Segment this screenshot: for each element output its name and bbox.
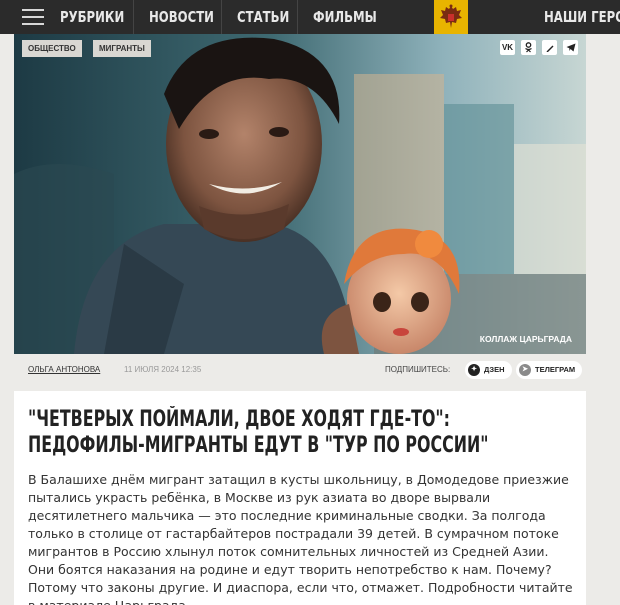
odnoklassniki-share-icon[interactable] <box>521 40 536 55</box>
hero-image-card: ОБЩЕСТВО МИГРАНТЫ VK КОЛЛАЖ ЦАРЬГРАДА <box>14 34 586 354</box>
nav-divider <box>221 0 222 34</box>
nav-item-articles[interactable]: СТАТЬИ <box>237 0 289 34</box>
eagle-emblem-icon <box>440 4 462 28</box>
vk-share-icon[interactable]: VK <box>500 40 515 55</box>
subscribe-label: ПОДПИШИТЕСЬ: <box>385 365 451 374</box>
nav-item-films[interactable]: ФИЛЬМЫ <box>313 0 377 34</box>
article-lead: В Балашихе днём мигрант затащил в кусты … <box>28 472 573 605</box>
nav-divider <box>133 0 134 34</box>
hero-photo <box>14 34 586 354</box>
telegram-icon: ➤ <box>519 364 531 376</box>
photo-credit: КОЛЛАЖ ЦАРЬГРАДА <box>479 334 572 344</box>
article-block: "ЧЕТВЕРЫХ ПОЙМАЛИ, ДВОЕ ХОДЯТ ГДЕ-ТО": П… <box>14 391 586 605</box>
publish-date: 11 ИЮЛЯ 2024 12:35 <box>124 365 202 374</box>
telegram-share-icon[interactable] <box>563 40 578 55</box>
nav-item-our-heroes[interactable]: НАШИ ГЕРОИ <box>544 0 620 34</box>
nav-item-rubriki[interactable]: РУБРИКИ <box>60 0 124 34</box>
livejournal-share-icon[interactable] <box>542 40 557 55</box>
telegram-label: ТЕЛЕГРАМ <box>535 365 576 374</box>
nav-item-news[interactable]: НОВОСТИ <box>149 0 214 34</box>
dzen-subscribe-button[interactable]: ✦ ДЗЕН <box>465 361 512 379</box>
menu-hamburger-icon[interactable] <box>22 9 44 25</box>
tag-migrants[interactable]: МИГРАНТЫ <box>93 40 151 57</box>
coat-of-arms-logo[interactable] <box>434 0 468 34</box>
article-meta-row: ОЛЬГА АНТОНОВА 11 ИЮЛЯ 2024 12:35 ПОДПИШ… <box>14 354 586 384</box>
top-navigation-bar: РУБРИКИ НОВОСТИ СТАТЬИ ФИЛЬМЫ НАШИ ГЕРОИ <box>0 0 620 34</box>
nav-divider <box>297 0 298 34</box>
dzen-icon: ✦ <box>468 364 480 376</box>
dzen-label: ДЗЕН <box>484 365 505 374</box>
author-link[interactable]: ОЛЬГА АНТОНОВА <box>28 365 100 374</box>
article-title: "ЧЕТВЕРЫХ ПОЙМАЛИ, ДВОЕ ХОДЯТ ГДЕ-ТО": П… <box>28 407 489 458</box>
tag-society[interactable]: ОБЩЕСТВО <box>22 40 82 57</box>
telegram-subscribe-button[interactable]: ➤ ТЕЛЕГРАМ <box>516 361 583 379</box>
